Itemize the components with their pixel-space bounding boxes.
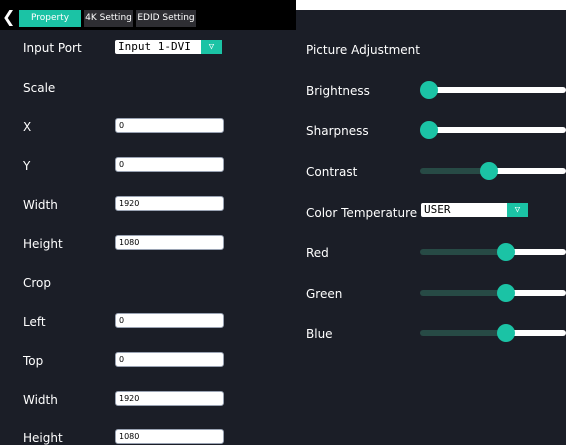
slider-thumb[interactable] (420, 81, 438, 99)
contrast-slider[interactable] (420, 162, 566, 180)
y-input[interactable]: 0 (115, 157, 224, 172)
green-slider[interactable] (420, 284, 566, 302)
slider-fill (420, 330, 506, 336)
slider-fill (420, 249, 506, 255)
brightness-slider[interactable] (420, 81, 566, 99)
blue-slider[interactable] (420, 324, 566, 342)
slider-fill (420, 168, 490, 174)
x-input[interactable]: 0 (115, 118, 224, 133)
sharpness-slider[interactable] (420, 121, 566, 139)
green-label: Green (306, 287, 343, 301)
slider-thumb[interactable] (480, 162, 499, 180)
crop-top-input[interactable]: 0 (115, 352, 224, 367)
slider-thumb[interactable] (496, 243, 515, 261)
y-label: Y (23, 159, 31, 173)
width-label: Width (23, 198, 58, 212)
color-temperature-value: USER (424, 203, 451, 216)
red-slider[interactable] (420, 243, 566, 261)
slider-track (505, 249, 566, 255)
slider-track (489, 168, 566, 174)
crop-left-label: Left (23, 315, 46, 329)
width-input[interactable]: 1920 (115, 196, 224, 211)
title-strip (296, 0, 566, 10)
crop-height-label: Height (23, 431, 63, 445)
contrast-label: Contrast (306, 165, 358, 179)
tab-edid-setting[interactable]: EDID Setting (136, 10, 196, 27)
dropdown-caret-icon: ▽ (201, 40, 222, 54)
input-port-select[interactable]: Input 1-DVI ▽ (115, 40, 222, 54)
crop-width-input[interactable]: 1920 (115, 391, 224, 406)
height-label: Height (23, 237, 63, 251)
color-temperature-label: Color Temperature (306, 206, 418, 220)
crop-top-label: Top (23, 354, 44, 368)
x-label: X (23, 120, 32, 134)
scale-heading: Scale (23, 81, 56, 95)
dropdown-caret-icon: ▽ (507, 203, 528, 217)
input-port-value: Input 1-DVI (118, 40, 191, 53)
tab-property[interactable]: Property (19, 10, 81, 27)
back-arrow-icon[interactable]: ❮ (2, 8, 16, 26)
slider-track (429, 127, 566, 133)
red-label: Red (306, 246, 329, 260)
input-port-label: Input Port (23, 41, 82, 55)
slider-track (505, 290, 566, 296)
sharpness-label: Sharpness (306, 124, 369, 138)
slider-thumb[interactable] (496, 324, 515, 342)
picture-adjustment-heading: Picture Adjustment (306, 43, 420, 57)
blue-label: Blue (306, 327, 333, 341)
slider-track (429, 87, 566, 93)
slider-fill (420, 290, 506, 296)
tab-4k-setting[interactable]: 4K Setting (84, 10, 133, 27)
crop-height-input[interactable]: 1080 (115, 429, 224, 444)
color-temperature-select[interactable]: USER ▽ (421, 203, 528, 217)
crop-width-label: Width (23, 393, 58, 407)
brightness-label: Brightness (306, 84, 370, 98)
height-input[interactable]: 1080 (115, 235, 224, 250)
slider-thumb[interactable] (496, 284, 515, 302)
slider-thumb[interactable] (420, 121, 438, 139)
slider-track (505, 330, 566, 336)
crop-left-input[interactable]: 0 (115, 313, 224, 328)
crop-heading: Crop (23, 276, 52, 290)
